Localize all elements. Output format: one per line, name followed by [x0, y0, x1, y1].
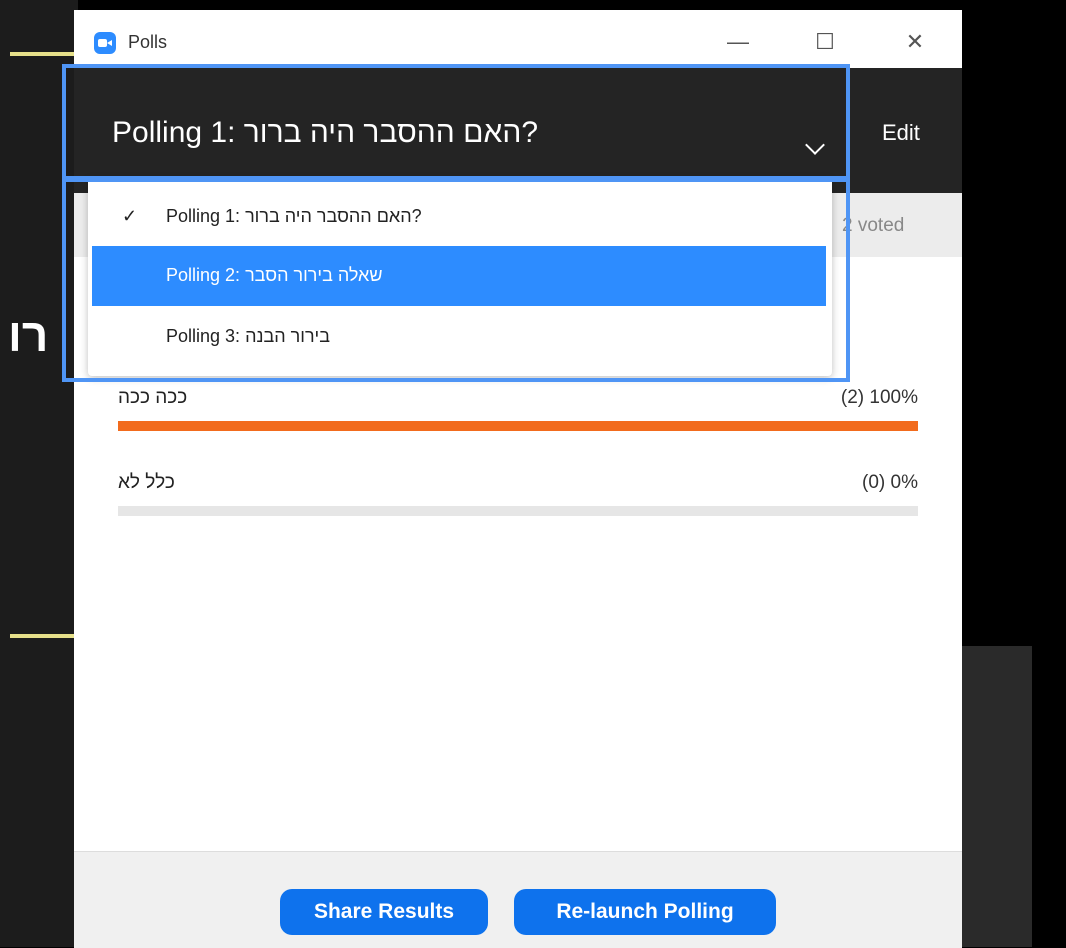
answer-label: כלל לא — [118, 472, 175, 493]
background-yellow-line — [10, 52, 78, 56]
dropdown-item-label: Polling 1: האם ההסבר היה ברור? — [166, 206, 422, 226]
answer-result: (0) 0% — [862, 472, 918, 493]
poll-selector-title[interactable]: Polling 1: האם ההסבר היה ברור? — [112, 116, 538, 150]
dropdown-item-label: Polling 3: בירור הבנה — [166, 326, 330, 346]
background-hebrew-text: רו — [8, 309, 49, 361]
zoom-camera-icon — [94, 32, 116, 54]
result-bar-fill — [118, 421, 918, 431]
maximize-button[interactable]: ☐ — [805, 24, 845, 60]
dropdown-item-polling-2[interactable]: Polling 2: שאלה בירור הסבר — [92, 246, 826, 306]
result-bar-track — [118, 506, 918, 516]
background-right-panel — [962, 646, 1032, 947]
background-yellow-line — [10, 634, 78, 638]
window-title: Polls — [128, 32, 168, 52]
answer-label: ככה ככה — [118, 387, 188, 408]
share-results-button[interactable]: Share Results — [280, 889, 488, 935]
result-bar-track — [118, 421, 918, 431]
relaunch-polling-button[interactable]: Re-launch Polling — [514, 889, 776, 935]
minimize-button[interactable]: — — [718, 24, 758, 60]
dropdown-item-label: Polling 2: שאלה בירור הסבר — [166, 265, 383, 285]
poll-dropdown-menu: ✓ Polling 1: האם ההסבר היה ברור? Polling… — [88, 178, 832, 376]
footer-bar: Share Results Re-launch Polling — [74, 851, 962, 948]
poll-header: Polling 1: האם ההסבר היה ברור? Edit — [74, 68, 962, 193]
title-bar: Polls — ☐ ✕ — [74, 10, 962, 68]
answer-result: (2) 100% — [840, 387, 918, 408]
edit-button[interactable]: Edit — [882, 120, 920, 146]
voted-count: 2 voted — [842, 215, 905, 236]
chevron-down-icon[interactable] — [805, 135, 825, 155]
dropdown-item-polling-1[interactable]: ✓ Polling 1: האם ההסבר היה ברור? — [92, 187, 826, 247]
checkmark-icon: ✓ — [122, 206, 138, 226]
close-button[interactable]: ✕ — [895, 24, 935, 60]
background-video-panel — [0, 0, 78, 947]
dropdown-item-polling-3[interactable]: Polling 3: בירור הבנה — [92, 307, 826, 367]
polls-window: Polls — ☐ ✕ Polling 1: האם ההסבר היה ברו… — [74, 10, 962, 948]
